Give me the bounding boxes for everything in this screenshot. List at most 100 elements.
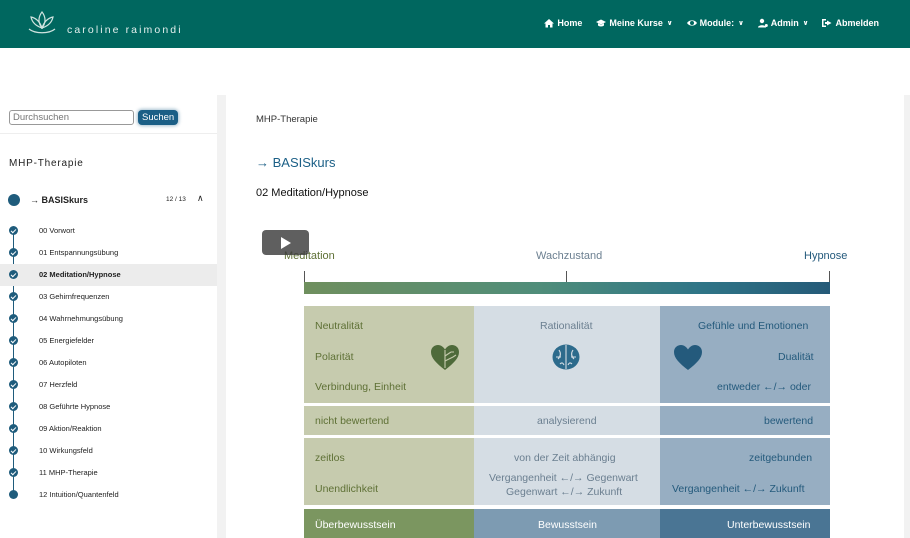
check-circle-icon [9, 226, 18, 235]
scale-tick [829, 271, 830, 282]
lesson-item[interactable]: 03 Gehirnfrequenzen [0, 286, 217, 308]
chevron-down-icon: ∨ [802, 20, 809, 27]
lesson-item[interactable]: 05 Energiefelder [0, 330, 217, 352]
module-count: 12 / 13 [166, 196, 186, 203]
text-rationalitaet: Rationalität [540, 320, 593, 332]
lesson-item[interactable]: 10 Wirkungsfeld [0, 440, 217, 462]
lesson-label: 01 Entspannungsübung [39, 248, 119, 257]
text-unterbewusstsein: Unterbewusstsein [727, 519, 811, 531]
nav-module-label: Module: [699, 18, 735, 28]
lesson-item[interactable]: 04 Wahrnehmungsübung [0, 308, 217, 330]
scale-label-wachzustand: Wachzustand [536, 250, 603, 262]
brand-name[interactable]: caroline raimondi [67, 24, 183, 36]
text-polaritaet: Polarität [315, 351, 354, 363]
lesson-label: 10 Wirkungsfeld [39, 446, 93, 455]
check-circle-icon [9, 446, 18, 455]
lesson-item[interactable]: 07 Herzfeld [0, 374, 217, 396]
circle-icon [9, 490, 18, 499]
lesson-label: 12 Intuition/Quantenfeld [39, 490, 119, 499]
lesson-label: 06 Autopiloten [39, 358, 87, 367]
module-header[interactable]: → BASISkurs 12 / 13 ∧ [0, 190, 217, 210]
lesson-item[interactable]: 12 Intuition/Quantenfeld [0, 484, 217, 506]
lesson-label: 04 Wahrnehmungsübung [39, 314, 123, 323]
lesson-item[interactable]: 09 Aktion/Reaktion [0, 418, 217, 440]
top-navbar: caroline raimondi Home Meine Kurse ∨ Mod… [0, 0, 910, 48]
check-circle-icon [9, 314, 18, 323]
check-circle-icon [9, 336, 18, 345]
scale-tick [566, 271, 567, 282]
text-zeitlos: zeitlos [315, 452, 345, 464]
course-sidebar: Suchen MHP-Therapie → BASISkurs 12 / 13 … [0, 95, 217, 538]
check-circle-icon [9, 358, 18, 367]
user-gear-icon [757, 18, 768, 28]
check-circle-icon [9, 468, 18, 477]
search-form: Suchen [9, 110, 179, 125]
lesson-label: 11 MHP-Therapie [39, 468, 98, 477]
lesson-label: 09 Aktion/Reaktion [39, 424, 102, 433]
lesson-label: 02 Meditation/Hypnose [39, 270, 121, 279]
nav-abmelden[interactable]: Abmelden [822, 18, 879, 28]
lesson-item-active[interactable]: 02 Meditation/Hypnose [0, 264, 217, 286]
gradient-scale-bar [304, 282, 830, 294]
lesson-video[interactable]: Meditation Wachzustand Hypnose Neutralit… [262, 229, 852, 538]
play-button[interactable] [262, 230, 309, 255]
nav-abmelden-label: Abmelden [835, 18, 879, 28]
text-vergangenheit-zukunft: Vergangenheit ←/→ Zukunft [672, 483, 805, 495]
check-circle-icon [9, 270, 18, 279]
lesson-item[interactable]: 06 Autopiloten [0, 352, 217, 374]
lesson-item[interactable]: 00 Vorwort [0, 220, 217, 242]
nav-home-label: Home [557, 18, 583, 28]
module-heading: → BASISkurs [256, 155, 336, 170]
lesson-label: 05 Energiefelder [39, 336, 95, 345]
breadcrumb[interactable]: MHP-Therapie [256, 114, 318, 125]
lesson-item[interactable]: 08 Geführte Hypnose [0, 396, 217, 418]
module-name: → BASISkurs [30, 195, 89, 205]
lesson-label: 07 Herzfeld [39, 380, 78, 389]
chevron-up-icon[interactable]: ∧ [197, 193, 204, 204]
chevron-down-icon: ∨ [666, 20, 673, 27]
check-circle-icon [9, 380, 18, 389]
nav-admin-label: Admin [770, 18, 799, 28]
text-gefuehle: Gefühle und Emotionen [698, 320, 809, 332]
sidebar-divider [0, 133, 217, 134]
eye-icon [686, 20, 697, 26]
nav-meine-kurse[interactable]: Meine Kurse ∨ [596, 18, 673, 28]
check-circle-icon [9, 402, 18, 411]
text-gegenwart-zukunft: Gegenwart ←/→ Zukunft [506, 486, 623, 498]
text-zeitgebunden: zeitgebunden [749, 452, 813, 464]
nav-meine-kurse-label: Meine Kurse [609, 18, 663, 28]
search-button[interactable]: Suchen [138, 110, 179, 125]
check-circle-icon [9, 424, 18, 433]
scale-label-hypnose: Hypnose [804, 250, 848, 262]
nav-module[interactable]: Module: ∨ [686, 18, 744, 28]
nav-admin[interactable]: Admin ∨ [757, 18, 809, 28]
sign-out-icon [822, 19, 832, 27]
scale-tick [304, 271, 305, 282]
sidebar-course-title: MHP-Therapie [9, 158, 84, 169]
chevron-down-icon: ∨ [738, 20, 744, 27]
lesson-content: MHP-Therapie → BASISkurs 02 Meditation/H… [226, 95, 904, 538]
text-unendlichkeit: Unendlichkeit [315, 483, 379, 495]
text-analysierend: analysierend [537, 415, 597, 427]
lesson-label: 08 Geführte Hypnose [39, 402, 111, 411]
check-circle-icon [9, 292, 18, 301]
lesson-item[interactable]: 11 MHP-Therapie [0, 462, 217, 484]
text-verbindung: Verbindung, Einheit [315, 381, 407, 393]
module-progress-dot [8, 194, 20, 206]
nav-home[interactable]: Home [544, 18, 582, 28]
lotus-logo-icon[interactable] [26, 9, 58, 37]
text-vergangenheit-gegenwart: Vergangenheit ←/→ Gegenwart [489, 472, 638, 484]
search-input[interactable] [9, 110, 134, 125]
heart-icon [674, 345, 702, 370]
graduation-cap-icon [596, 19, 607, 27]
check-circle-icon [9, 248, 18, 257]
home-icon [544, 19, 555, 28]
text-bewertend: bewertend [764, 415, 814, 427]
text-neutralitaet: Neutralität [315, 320, 363, 332]
text-ueberbewusstsein: Überbewusstsein [315, 519, 396, 531]
text-entweder-oder: entweder ←/→ oder [717, 381, 811, 393]
lesson-item[interactable]: 01 Entspannungsübung [0, 242, 217, 264]
lesson-label: 03 Gehirnfrequenzen [39, 292, 110, 301]
lesson-heading: 02 Meditation/Hypnose [256, 187, 369, 199]
lesson-label: 00 Vorwort [39, 226, 75, 235]
